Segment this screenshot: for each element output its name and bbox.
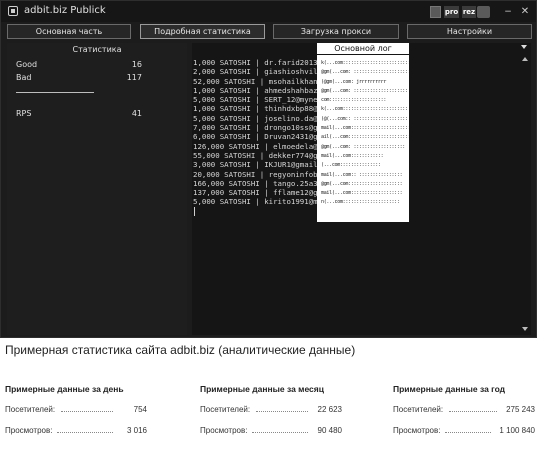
minimize-icon[interactable]: −	[503, 6, 513, 18]
stat-good-value: 16	[131, 60, 142, 69]
stats-column-month: Примерные данные за месяц Посетителей: 2…	[200, 384, 350, 435]
redacted-log-fragment: mail(...com::::::::::::::::::::::	[321, 125, 409, 132]
dotted-leader	[57, 432, 113, 433]
tab-detailed-stats[interactable]: Подробная статистика	[140, 24, 265, 39]
dotted-leader	[445, 432, 491, 433]
views-label: Просмотров:	[200, 426, 248, 435]
visitors-value: 275 243	[506, 405, 535, 414]
camera-icon[interactable]	[477, 6, 490, 18]
dotted-leader	[61, 411, 113, 412]
redacted-log-fragment: mail(...com::::::::::::	[321, 152, 384, 159]
visitors-label: Посетителей:	[5, 405, 56, 414]
visitors-label: Посетителей:	[200, 405, 251, 414]
log-line: 166,000 SATOSHI | tango.25a3q	[193, 178, 317, 188]
log-line: 5,000 SATOSHI | joselino.da@	[193, 113, 317, 123]
redacted-log-fragment: k(...com::::::::::::::::::::::::	[321, 106, 408, 113]
dotted-leader	[256, 411, 308, 412]
close-icon[interactable]: ✕	[520, 6, 530, 18]
views-label: Просмотров:	[5, 426, 53, 435]
redacted-log-fragment: k(...com:::::::::::::::::::::::::	[321, 60, 409, 66]
redacted-log-fragment: (@gm(...com: jrrrrrrrrrr	[321, 78, 387, 85]
log-line: 5,000 SATOSHI | kirito1991@ms	[193, 197, 317, 207]
log-panel[interactable]: Основной лог 1,000 SATOSHI | dr.farid201…	[192, 43, 531, 335]
log-title[interactable]: Основной лог	[317, 43, 409, 54]
redacted-log-fragment: com:::::::::::::::::::::	[321, 97, 387, 104]
redacted-log-fragment: @gm(...com: :::::::::::::::::::	[321, 143, 406, 150]
redacted-log-fragment: @gm(...com::::::::::::::::::::	[321, 180, 403, 187]
title-bar: adbit.biz Publick pro rez − ✕	[1, 1, 536, 22]
stat-bad: Bad 117	[16, 73, 142, 82]
stats-divider	[16, 92, 94, 93]
log-line: 5,000 SATOSHI | SERT_12@mynet	[193, 95, 317, 105]
stat-good-label: Good	[16, 60, 38, 69]
column-heading: Примерные данные за день	[5, 384, 124, 394]
rez-button[interactable]: rez	[462, 6, 476, 18]
stat-good: Good 16	[16, 60, 142, 69]
stat-rps: RPS 41	[16, 109, 142, 118]
log-line: 2,000 SATOSHI | giashioshvili	[193, 67, 317, 77]
stat-rps-label: RPS	[16, 109, 32, 118]
app-window: adbit.biz Publick pro rez − ✕ Основная ч…	[0, 0, 537, 338]
log-lines: 1,000 SATOSHI | dr.farid2013@ 2,000 SATOS…	[193, 58, 317, 216]
square-icon[interactable]	[430, 6, 441, 18]
log-line: 6,000 SATOSHI | Druvan2431@gm	[193, 132, 317, 142]
tab-main[interactable]: Основная часть	[7, 24, 131, 39]
stats-column-year: Примерные данные за год Посетителей: 275…	[393, 384, 537, 435]
log-line: 52,000 SATOSHI | msohailkhan1	[193, 76, 317, 86]
window-title: adbit.biz Publick	[24, 5, 106, 16]
stat-rps-value: 41	[131, 109, 142, 118]
log-line: 20,000 SATOSHI | regyoninfobi	[193, 169, 317, 179]
redacted-log-fragment: (...com:::::::::::::::	[321, 162, 381, 169]
article-title: Примерная статистика сайта adbit.biz (ан…	[5, 343, 356, 357]
log-line: 137,000 SATOSHI | fflame12@gm	[193, 188, 317, 198]
log-line: 1,000 SATOSHI | ahmedshahbaze	[193, 85, 317, 95]
column-heading: Примерные данные за год	[393, 384, 506, 394]
dotted-leader	[449, 411, 497, 412]
pro-button[interactable]: pro	[444, 6, 459, 18]
redacted-log-fragment: mail(...com:: ::::::::::::::::	[321, 171, 403, 178]
log-line: 1,000 SATOSHI | thinhdxbp88@g	[193, 104, 317, 114]
visitors-label: Посетителей:	[393, 405, 444, 414]
tab-proxy-load[interactable]: Загрузка прокси	[273, 24, 399, 39]
log-line: 7,000 SATOSHI | drongo10ss@gm	[193, 123, 317, 133]
visitors-value: 754	[133, 405, 147, 414]
stat-bad-value: 117	[126, 73, 142, 82]
stats-title: Статистика	[72, 45, 122, 54]
tab-settings[interactable]: Настройки	[407, 24, 532, 39]
log-line: 3,000 SATOSHI | IKJUR1@gmail	[193, 160, 317, 170]
dropdown-caret-icon[interactable]	[521, 45, 527, 49]
stat-bad-label: Bad	[16, 73, 32, 82]
text-cursor	[194, 206, 195, 216]
scroll-up-icon[interactable]	[522, 57, 528, 61]
redacted-log-fragment: ail(...com:::::::::::::::::::::::	[321, 134, 409, 141]
views-value: 1 100 840	[499, 426, 535, 435]
redacted-log-fragment: (@(...com:: ::::::::::::::::::::	[321, 115, 408, 122]
log-line: 1,000 SATOSHI | dr.farid2013@	[193, 58, 317, 67]
views-value: 3 016	[126, 426, 147, 435]
log-redaction-overlay: k(...com::::::::::::::::::::::::: @gm(...…	[317, 55, 409, 222]
stats-panel: Статистика Good 16 Bad 117 RPS 41	[7, 43, 187, 335]
views-value: 90 480	[317, 426, 342, 435]
scroll-down-icon[interactable]	[522, 327, 528, 331]
app-icon	[8, 6, 18, 16]
column-heading: Примерные данные за месяц	[200, 384, 324, 394]
views-label: Просмотров:	[393, 426, 441, 435]
redacted-log-fragment: mail(...com:::::::::::::::::::	[321, 190, 403, 197]
dotted-leader	[252, 432, 308, 433]
log-scrollbar[interactable]	[522, 57, 529, 331]
redacted-log-fragment: @gm(...com: ::::::::::::::::::::	[321, 87, 408, 94]
log-line: 55,000 SATOSHI | dekker774@gm	[193, 150, 317, 160]
redacted-log-fragment: n(...com:::::::::::::::::::::	[321, 199, 400, 206]
log-line: 126,000 SATOSHI | elmoedela@	[193, 141, 317, 151]
stats-column-day: Примерные данные за день Посетителей: 75…	[5, 384, 155, 435]
redacted-log-fragment: @gm(...com: ::::::::::::::::::::::	[321, 69, 409, 76]
visitors-value: 22 623	[317, 405, 342, 414]
